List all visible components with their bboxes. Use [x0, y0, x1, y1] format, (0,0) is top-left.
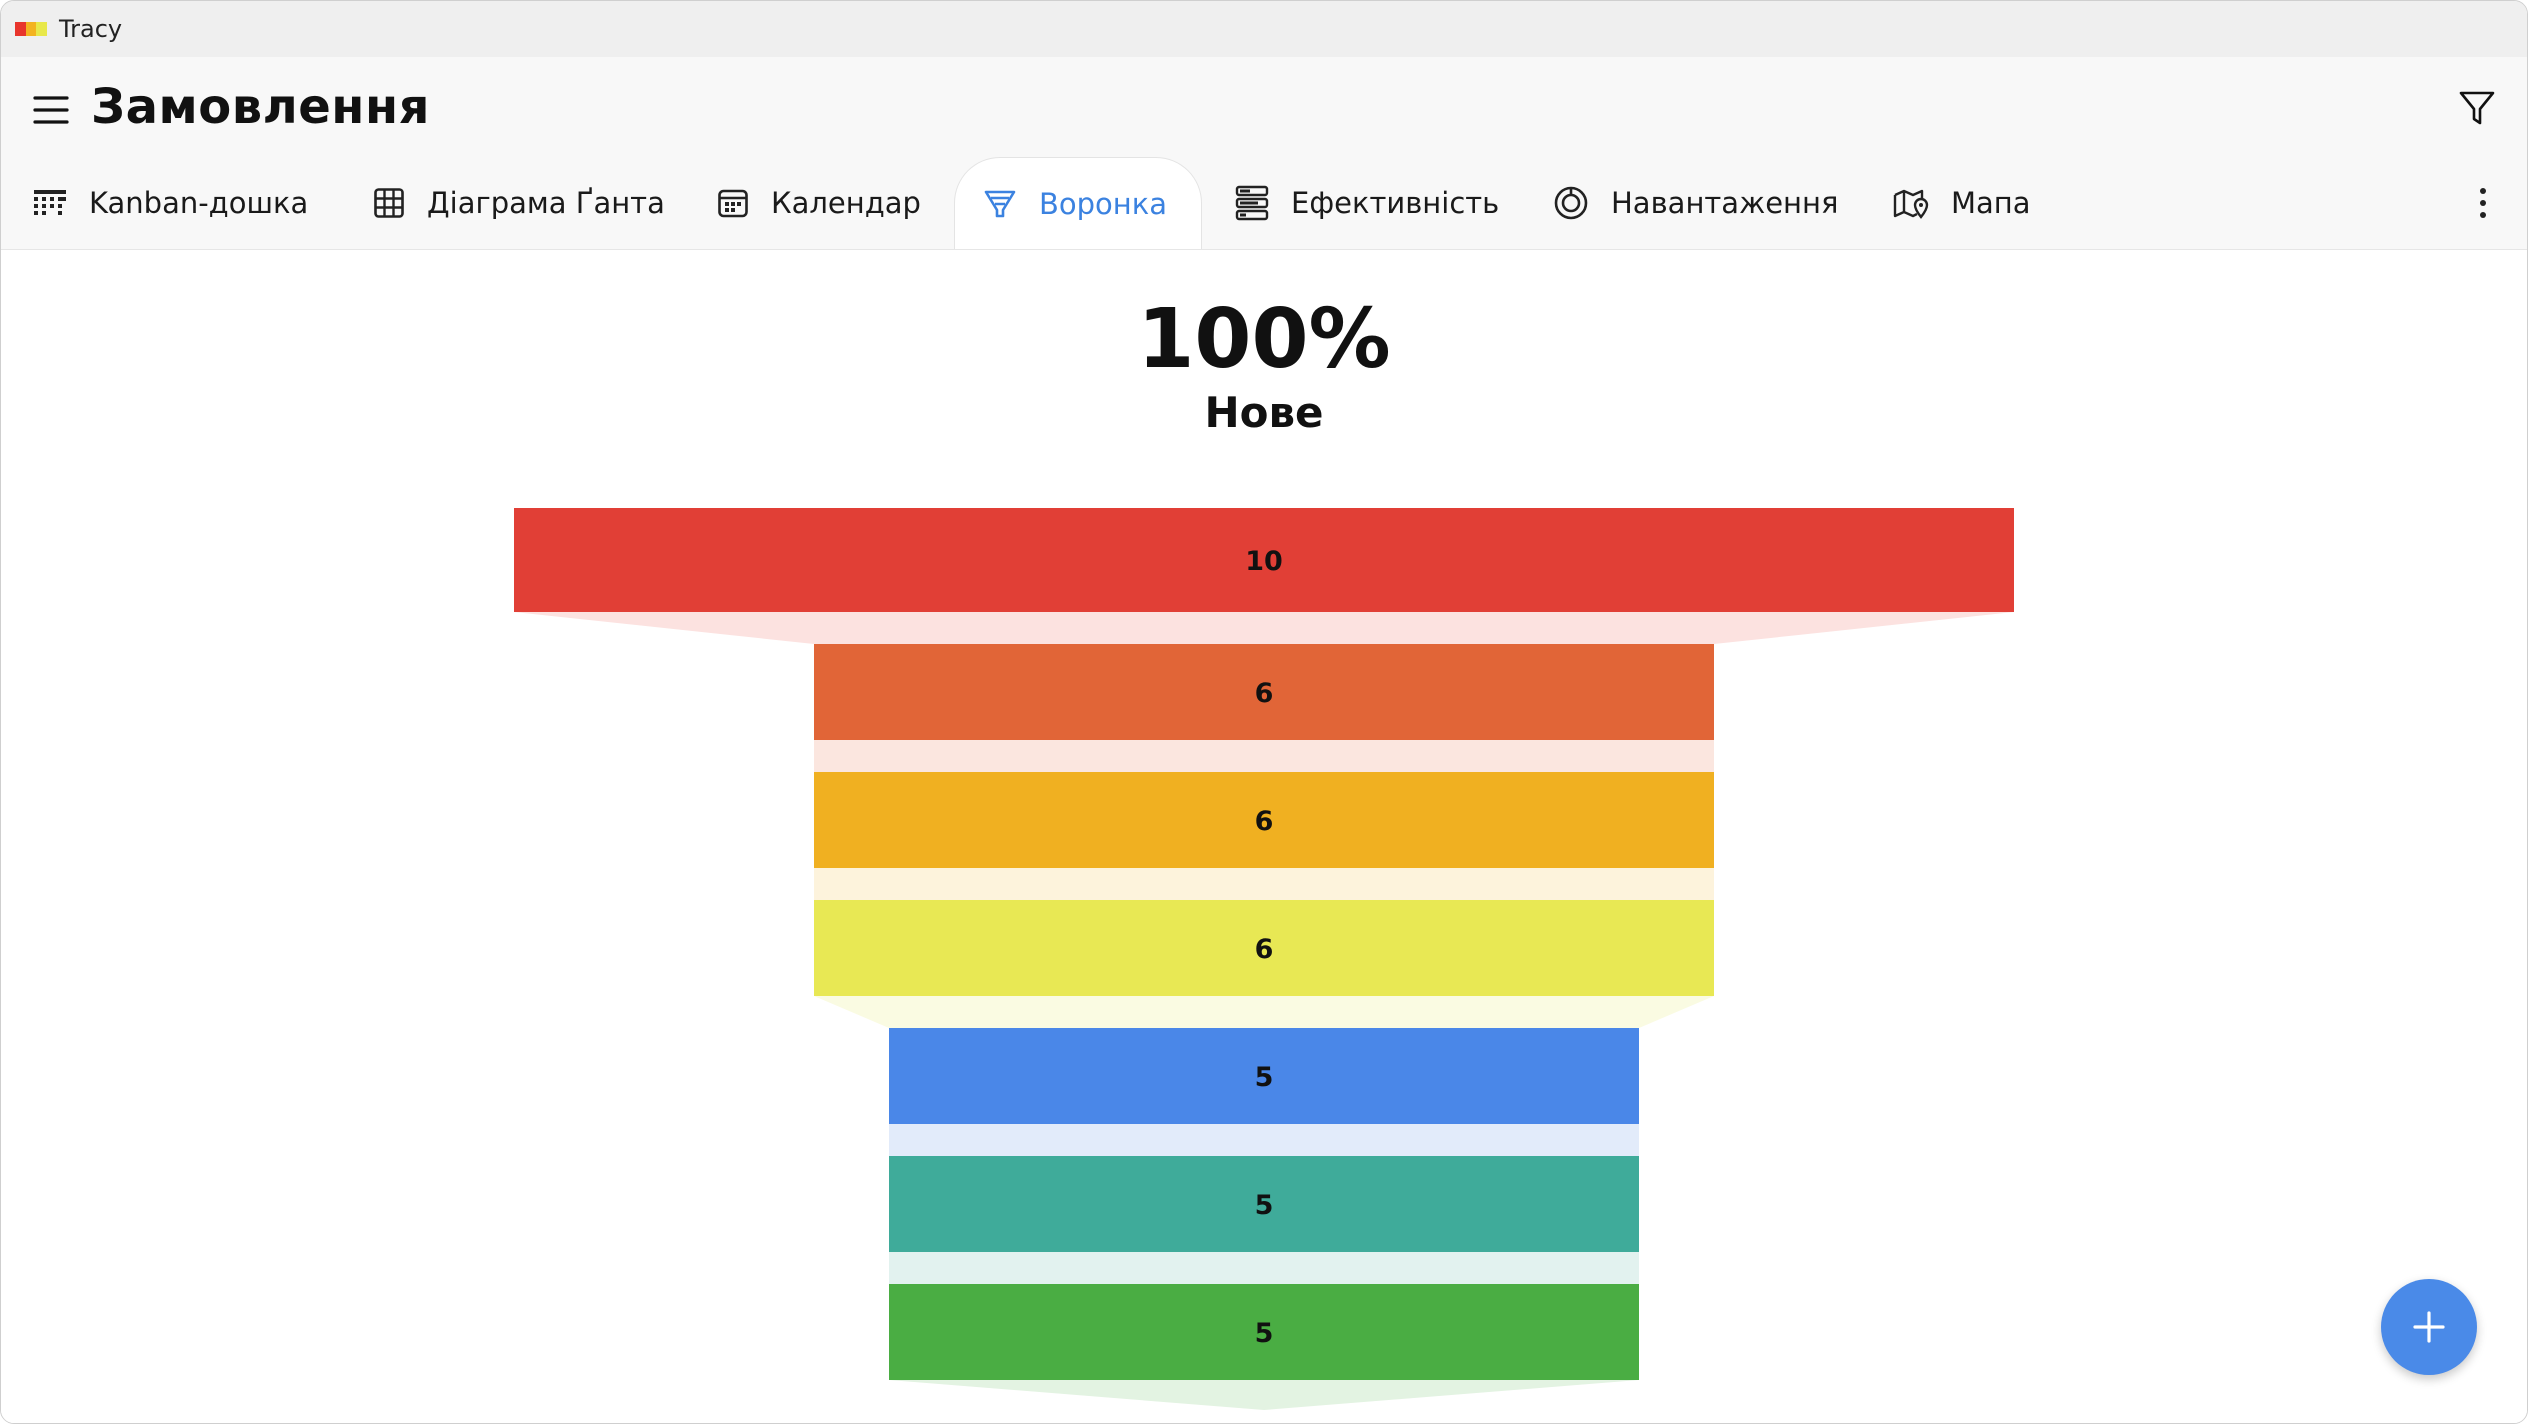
funnel-connector: [814, 868, 1714, 900]
funnel-bar-label: 10: [1245, 546, 1283, 577]
funnel-connector: [889, 1124, 1639, 1156]
tab-label: Kanban-дошка: [89, 186, 309, 220]
plus-icon: [2413, 1311, 2445, 1343]
funnel-connector: [814, 740, 1714, 772]
filter-icon[interactable]: [2457, 87, 2497, 131]
add-button[interactable]: [2381, 1279, 2477, 1375]
tab-calendar[interactable]: Календар: [717, 157, 921, 249]
funnel-bar-label: 6: [1255, 934, 1274, 965]
view-tabs: Kanban-дошка Діаграма Ґанта Календар Вор…: [1, 157, 2527, 249]
funnel-connector: [889, 1380, 1639, 1410]
app-window: Tracy Замовлення Kanban-дошка Діаграма Ґ…: [0, 0, 2528, 1424]
kanban-board-icon: [34, 190, 66, 215]
hamburger-menu-icon[interactable]: [31, 93, 71, 127]
funnel-bar-label: 6: [1255, 806, 1274, 837]
funnel-bar-label: 6: [1255, 678, 1274, 709]
workload-icon: [1554, 186, 1588, 220]
tab-label: Воронка: [1039, 186, 1168, 221]
funnel-bar-label: 5: [1255, 1062, 1274, 1093]
funnel-chart: 10 6 6 6 5 5 5: [514, 508, 2014, 1410]
tab-kanban[interactable]: Kanban-дошка: [33, 157, 308, 249]
map-pin-icon: [1893, 189, 1929, 219]
tab-efficiency[interactable]: Ефективність: [1235, 157, 1499, 249]
app-title: Tracy: [59, 15, 123, 43]
funnel-bar-label: 5: [1255, 1318, 1274, 1349]
tab-label: Ефективність: [1291, 186, 1500, 220]
app-logo: [15, 22, 48, 36]
gantt-grid-icon: [374, 188, 404, 218]
tab-map[interactable]: Мапа: [1893, 157, 2031, 249]
page-header: Замовлення Kanban-дошка Діаграма Ґанта К…: [1, 57, 2527, 250]
calendar-icon: [718, 189, 748, 218]
efficiency-icon: [1235, 185, 1269, 221]
funnel-connector: [889, 1252, 1639, 1284]
tab-label: Діаграма Ґанта: [427, 186, 665, 220]
more-vertical-icon[interactable]: [2475, 183, 2491, 223]
tab-funnel[interactable]: Воронка: [954, 157, 1202, 249]
funnel-connector: [514, 612, 2014, 644]
funnel-view: 100% Нове 10 6 6 6 5 5 5: [1, 250, 2527, 1423]
funnel-connector: [814, 996, 1714, 1028]
title-bar: Tracy: [1, 1, 2527, 57]
tab-label: Календар: [771, 186, 921, 220]
tab-label: Навантаження: [1611, 186, 1839, 220]
page-title: Замовлення: [91, 79, 430, 135]
tab-label: Мапа: [1951, 186, 2031, 220]
funnel-icon: [984, 190, 1016, 217]
tab-gantt[interactable]: Діаграма Ґанта: [373, 157, 665, 249]
funnel-bar-label: 5: [1255, 1190, 1274, 1221]
tab-workload[interactable]: Навантаження: [1553, 157, 1838, 249]
